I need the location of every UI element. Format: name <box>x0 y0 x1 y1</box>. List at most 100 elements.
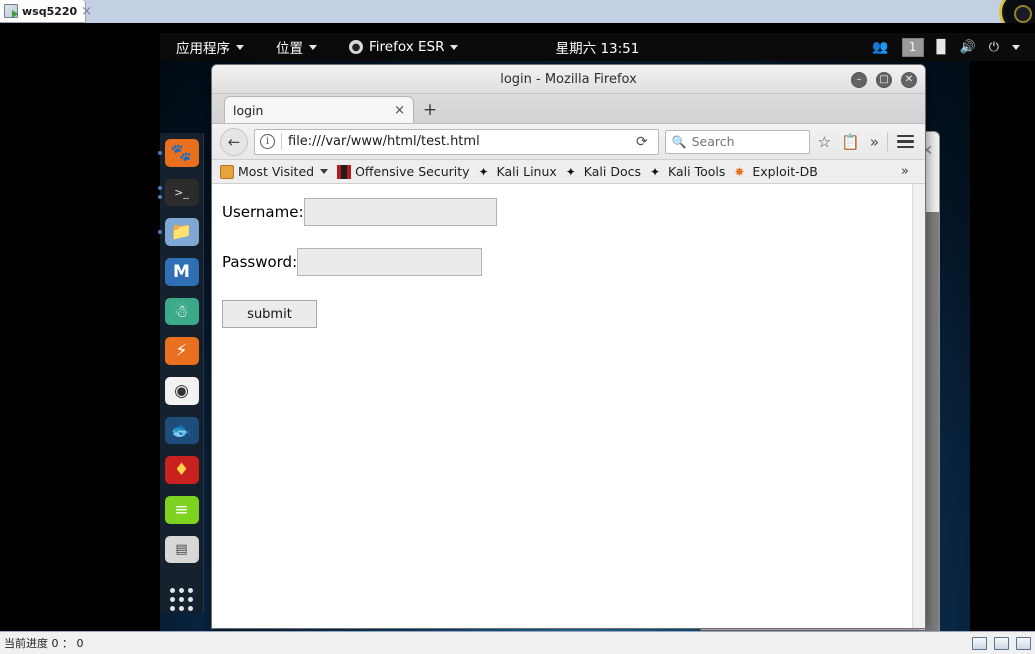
host-tabstrip: wsq5220 × <box>0 0 1035 34</box>
minimize-button[interactable]: – <box>851 71 867 88</box>
bookmark-label: Kali Tools <box>668 164 726 179</box>
dock-item-burpsuite[interactable]: ⚡ <box>164 337 199 366</box>
disk-icon[interactable] <box>994 636 1009 650</box>
panel-menu-applications[interactable]: 应用程序 <box>160 33 260 61</box>
username-label: Username: <box>222 203 304 221</box>
bookmark-kali-linux[interactable]: ✦ Kali Linux <box>479 164 557 179</box>
bookmark-exploit-db[interactable]: ✸ Exploit-DB <box>734 164 817 179</box>
browser-tab-label: login <box>233 102 264 118</box>
username-input[interactable] <box>303 198 497 226</box>
background-window-scrollbar[interactable] <box>925 212 939 631</box>
bookmark-star-icon[interactable]: ☆ <box>816 133 833 151</box>
dock-item-beef[interactable]: ◉ <box>164 377 199 405</box>
bookmark-kali-tools[interactable]: ✦ Kali Tools <box>650 164 725 179</box>
network-icon[interactable] <box>1016 636 1031 650</box>
show-applications-icon[interactable] <box>165 585 199 613</box>
chevron-down-icon <box>450 44 459 50</box>
offensive-security-icon <box>337 164 352 179</box>
most-visited-icon <box>220 164 234 179</box>
hamburger-menu-icon[interactable] <box>894 134 917 149</box>
divider <box>887 131 888 152</box>
dock-item-john-the-ripper[interactable]: ♦ <box>164 456 199 485</box>
panel-clock[interactable]: 星期六 13:51 <box>556 37 640 57</box>
maximize-button[interactable]: □ <box>876 71 892 88</box>
running-indicator <box>157 194 162 199</box>
dock-item-metasploit[interactable]: M <box>164 258 199 286</box>
firefox-tabstrip: login × + <box>212 94 925 124</box>
kali-icon: ✦ <box>565 164 576 179</box>
host-tab-icon <box>4 4 18 18</box>
bookmark-label: Kali Linux <box>496 164 557 179</box>
host-tab-wsq5220[interactable]: wsq5220 × <box>0 0 92 23</box>
power-icon[interactable]: ⏻ <box>989 41 999 54</box>
reload-icon[interactable]: ⟳ <box>631 134 653 150</box>
panel-menu-places[interactable]: 位置 <box>260 33 333 61</box>
url-bar[interactable]: i file:///var/www/html/test.html ⟳ <box>254 128 659 155</box>
window-title: login - Mozilla Firefox <box>500 71 637 87</box>
submit-button[interactable]: submit <box>222 300 317 328</box>
running-indicator <box>157 150 162 155</box>
host-statusbar: 当前进度 0 ： 0 <box>0 631 1035 654</box>
running-indicator <box>157 230 162 235</box>
chevron-down-icon <box>320 169 329 174</box>
bookmark-label: Kali Docs <box>583 164 642 179</box>
firefox-navigation-bar: ← i file:///var/www/html/test.html ⟳ 🔍 ☆… <box>212 124 925 160</box>
favorites-dock: 🐾 >_ 📁 M ☃ ⚡ ◉ 🐟 ♦ ≡ ▤ <box>157 133 204 613</box>
firefox-window: login - Mozilla Firefox – □ ✕ login × + … <box>211 64 926 629</box>
kali-icon: ✦ <box>478 164 489 179</box>
search-input[interactable] <box>691 134 803 149</box>
panel-menu-applications-label: 应用程序 <box>176 41 230 57</box>
url-text[interactable]: file:///var/www/html/test.html <box>288 134 625 149</box>
overflow-icon[interactable]: » <box>868 133 881 151</box>
window-controls: – □ ✕ <box>851 65 917 94</box>
users-icon[interactable]: 👥 <box>872 41 888 54</box>
bookmarks-overflow-icon[interactable]: » <box>901 164 909 179</box>
bookmarks-toolbar: Most Visited Offensive Security ✦ Kali L… <box>212 160 925 184</box>
dock-item-calculator[interactable]: ▤ <box>164 535 199 564</box>
browser-tab-login[interactable]: login × <box>224 96 414 123</box>
close-button[interactable]: ✕ <box>901 71 917 88</box>
close-icon[interactable]: × <box>394 103 405 118</box>
dock-item-armitage[interactable]: ☃ <box>164 297 199 326</box>
chevron-down-icon <box>236 44 244 50</box>
close-icon[interactable]: × <box>81 5 92 18</box>
divider <box>281 133 282 150</box>
panel-tray: 👥 1 ▉ 🔊 ⏻ <box>872 37 1035 57</box>
volume-icon[interactable]: 🔊 <box>960 41 976 54</box>
chevron-down-icon[interactable] <box>1012 44 1020 50</box>
bookmark-kali-docs[interactable]: ✦ Kali Docs <box>566 164 641 179</box>
back-button[interactable]: ← <box>220 127 248 156</box>
search-icon: 🔍 <box>671 134 687 149</box>
network-icon[interactable]: ▉ <box>937 41 947 54</box>
dock-item-text-editor[interactable]: ≡ <box>164 496 199 524</box>
chevron-down-icon <box>309 44 317 50</box>
running-indicator <box>157 185 162 190</box>
workspace-indicator[interactable]: 1 <box>901 37 924 57</box>
search-bar[interactable]: 🔍 <box>664 129 810 154</box>
dock-item-terminal[interactable]: >_ <box>157 178 199 207</box>
username-row: Username: <box>222 198 915 226</box>
bookmark-most-visited[interactable]: Most Visited <box>220 164 329 179</box>
gnome-top-panel: 应用程序 位置 ● Firefox ESR 星期六 13:51 👥 1 ▉ 🔊 … <box>160 33 1035 61</box>
firefox-icon: ● <box>349 40 363 54</box>
password-row: Password: <box>222 248 915 276</box>
page-info-icon[interactable]: i <box>260 134 275 149</box>
firefox-titlebar: login - Mozilla Firefox – □ ✕ <box>212 65 925 94</box>
monitor-icon[interactable] <box>972 636 987 650</box>
panel-menu-firefox[interactable]: ● Firefox ESR <box>333 33 474 61</box>
host-status-text: 当前进度 0 ： 0 <box>4 637 84 650</box>
dock-item-firefox[interactable]: 🐾 <box>157 139 199 167</box>
desktop: ✕ 应用程序 位置 ● Firefox ESR 星期六 13:51 👥 1 ▉ … <box>0 23 1035 631</box>
dock-item-wireshark[interactable]: 🐟 <box>164 416 199 445</box>
library-icon[interactable]: 📋 <box>839 133 862 151</box>
bookmark-offensive-security[interactable]: Offensive Security <box>337 164 470 179</box>
password-label: Password: <box>222 253 298 271</box>
kali-icon: ✦ <box>650 164 661 179</box>
new-tab-button[interactable]: + <box>416 97 444 123</box>
password-input[interactable] <box>297 248 483 276</box>
dock-item-files[interactable]: 📁 <box>157 218 199 247</box>
exploit-db-icon: ✸ <box>734 164 745 179</box>
bookmark-label: Exploit-DB <box>752 164 818 179</box>
content-scrollbar[interactable] <box>912 184 925 628</box>
host-status-icons <box>972 636 1031 650</box>
